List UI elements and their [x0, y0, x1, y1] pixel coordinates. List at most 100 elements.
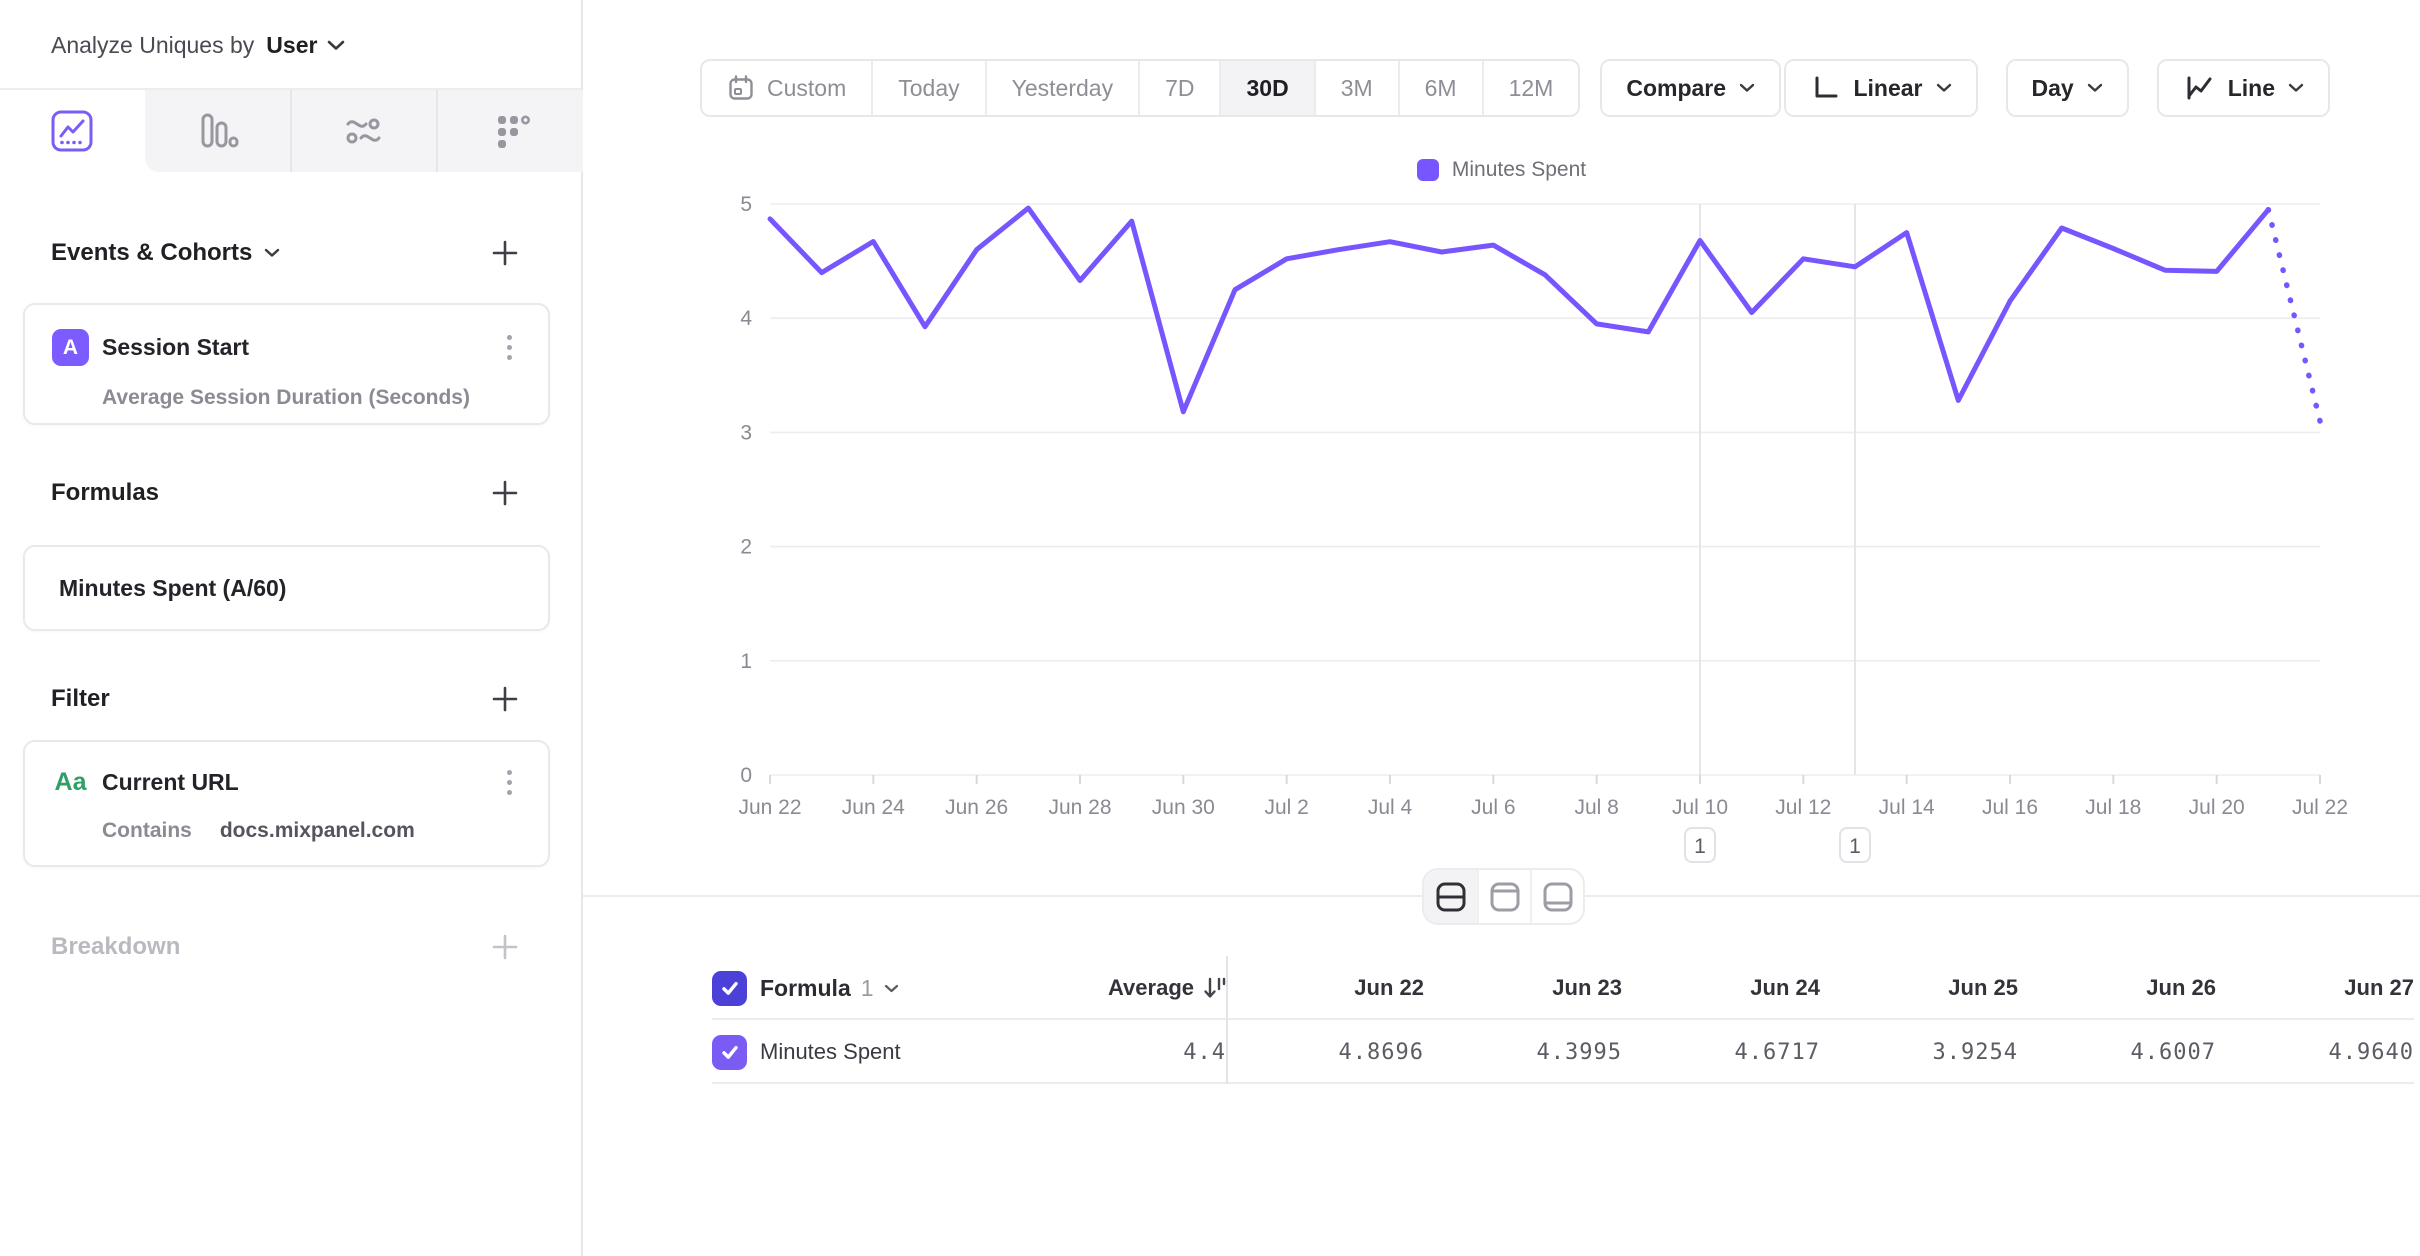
formula-column-label: Formula — [760, 975, 851, 1002]
average-column-label: Average — [1108, 975, 1194, 1001]
x-axis-tick-label: Jul 16 — [1982, 796, 2038, 819]
granularity-button[interactable]: Day — [2006, 59, 2129, 117]
date-range-label: Custom — [767, 75, 846, 102]
x-axis-tick-label: Jul 20 — [2189, 796, 2245, 819]
x-axis-tick-label: Jun 24 — [842, 796, 905, 819]
add-formula-button[interactable] — [490, 478, 520, 508]
plus-icon — [490, 932, 520, 962]
bottom-panel-icon — [1540, 879, 1576, 915]
chart-type-label: Line — [2228, 75, 2275, 102]
sort-icon — [1202, 975, 1226, 1001]
formulas-heading: Formulas — [51, 479, 159, 507]
plus-icon — [490, 684, 520, 714]
table-date-column-header: Jun 25 — [1820, 975, 2018, 1001]
chart-type-button[interactable]: Line — [2157, 59, 2330, 117]
date-range-label: 7D — [1165, 75, 1194, 102]
tab-bar-chart[interactable] — [145, 90, 290, 172]
tab-flow[interactable] — [290, 90, 437, 172]
formula-card[interactable]: Minutes Spent (A/60) — [23, 545, 550, 631]
annotation-badge[interactable]: 1 — [1685, 828, 1715, 862]
x-axis-tick-label: Jul 22 — [2292, 796, 2348, 819]
table-value-cell: 4.8696 — [1226, 1020, 1424, 1084]
table-value-cell: 3.9254 — [1820, 1040, 2018, 1065]
calendar-icon — [727, 74, 755, 102]
plus-icon — [490, 478, 520, 508]
add-event-button[interactable] — [490, 238, 520, 268]
table-date-column-header: Jun 26 — [2018, 975, 2216, 1001]
breakdown-section-header: Breakdown — [51, 932, 520, 962]
svg-text:1: 1 — [1849, 835, 1861, 858]
event-options-menu[interactable] — [501, 331, 518, 364]
date-range-label: 12M — [1509, 75, 1554, 102]
table-date-column-header: Jun 23 — [1424, 975, 1622, 1001]
formulas-label: Formulas — [51, 479, 159, 507]
x-axis-tick-label: Jun 28 — [1048, 796, 1111, 819]
layout-chart-only-button[interactable] — [1477, 870, 1530, 923]
tab-retention-grid[interactable] — [436, 90, 583, 172]
y-axis-tick-label: 0 — [740, 764, 752, 787]
filter-options-menu[interactable] — [501, 766, 518, 799]
x-axis-tick-label: Jul 6 — [1471, 796, 1515, 819]
table-value-cell: 4.6717 — [1622, 1040, 1820, 1065]
x-axis-tick-label: Jul 12 — [1775, 796, 1831, 819]
top-panel-icon — [1487, 879, 1523, 915]
formula-column-index: 1 — [861, 975, 874, 1002]
compare-label: Compare — [1626, 75, 1726, 102]
event-aggregation[interactable]: Average Session Duration (Seconds) — [102, 386, 470, 410]
x-axis-tick-label: Jul 8 — [1574, 796, 1618, 819]
event-card-session-start[interactable]: A Session Start Average Session Duration… — [23, 303, 550, 425]
events-cohorts-heading[interactable]: Events & Cohorts — [51, 239, 280, 267]
axis-scale-button[interactable]: Linear — [1784, 59, 1977, 117]
x-axis-tick-label: Jul 4 — [1368, 796, 1413, 819]
date-range-6m[interactable]: 6M — [1398, 61, 1482, 115]
chevron-down-icon — [1739, 83, 1755, 93]
y-axis-tick-label: 4 — [740, 307, 752, 330]
add-breakdown-button[interactable] — [490, 932, 520, 962]
axis-scale-label: Linear — [1853, 75, 1922, 102]
date-range-12m[interactable]: 12M — [1482, 61, 1579, 115]
select-all-checkbox[interactable] — [712, 971, 747, 1006]
table-date-column-header: Jun 22 — [1226, 956, 1424, 1020]
date-range-label: 6M — [1425, 75, 1457, 102]
event-title: Session Start — [102, 334, 249, 361]
line-chart: 012345Jun 22Jun 24Jun 26Jun 28Jun 30Jul … — [700, 140, 2420, 880]
tab-insights-line-chart[interactable] — [0, 90, 145, 172]
formula-column-dropdown[interactable]: Formula 1 — [760, 975, 1066, 1002]
visualization-tabs — [0, 90, 583, 172]
date-range-yesterday[interactable]: Yesterday — [985, 61, 1138, 115]
retention-grid-icon — [488, 108, 534, 154]
date-range-custom[interactable]: Custom — [702, 61, 871, 115]
insights-line-chart-icon — [49, 108, 95, 154]
date-range-30d[interactable]: 30D — [1219, 61, 1313, 115]
layout-split-view-button[interactable] — [1424, 870, 1477, 923]
table-date-column-header: Jun 24 — [1622, 975, 1820, 1001]
layout-table-only-button[interactable] — [1530, 870, 1583, 923]
check-icon — [718, 1040, 742, 1064]
date-range-7d[interactable]: 7D — [1138, 61, 1219, 115]
x-axis-tick-label: Jun 22 — [738, 796, 801, 819]
results-table: Formula 1 Average Jun 22Jun 23Jun 24Jun … — [712, 956, 2414, 1084]
row-checkbox[interactable] — [712, 1035, 747, 1070]
annotation-badge[interactable]: 1 — [1840, 828, 1870, 862]
analyze-by-dropdown[interactable]: User — [266, 32, 345, 59]
average-column-sort[interactable]: Average — [1066, 975, 1226, 1001]
x-axis-tick-label: Jul 14 — [1879, 796, 1935, 819]
x-axis-tick-label: Jun 26 — [945, 796, 1008, 819]
breakdown-heading: Breakdown — [51, 933, 180, 961]
date-range-today[interactable]: Today — [871, 61, 984, 115]
filter-heading: Filter — [51, 685, 110, 713]
date-range-3m[interactable]: 3M — [1314, 61, 1398, 115]
chevron-down-icon — [884, 984, 899, 993]
filter-value[interactable]: docs.mixpanel.com — [220, 819, 415, 843]
table-value-cell: 4.6007 — [2018, 1040, 2216, 1065]
filter-card-current-url[interactable]: Aa Current URL Contains docs.mixpanel.co… — [23, 740, 550, 867]
table-value-cell: 4.3995 — [1424, 1040, 1622, 1065]
granularity-label: Day — [2032, 75, 2074, 102]
compare-button[interactable]: Compare — [1600, 59, 1781, 117]
filter-operator[interactable]: Contains — [102, 819, 192, 843]
add-filter-button[interactable] — [490, 684, 520, 714]
formulas-section-header: Formulas — [51, 478, 520, 508]
chart-toolbar: Custom TodayYesterday 7D 30D3M 6M 12M Compare… — [583, 59, 2420, 117]
average-value: 4.4 — [1066, 1040, 1226, 1065]
split-view-icon — [1433, 879, 1469, 915]
